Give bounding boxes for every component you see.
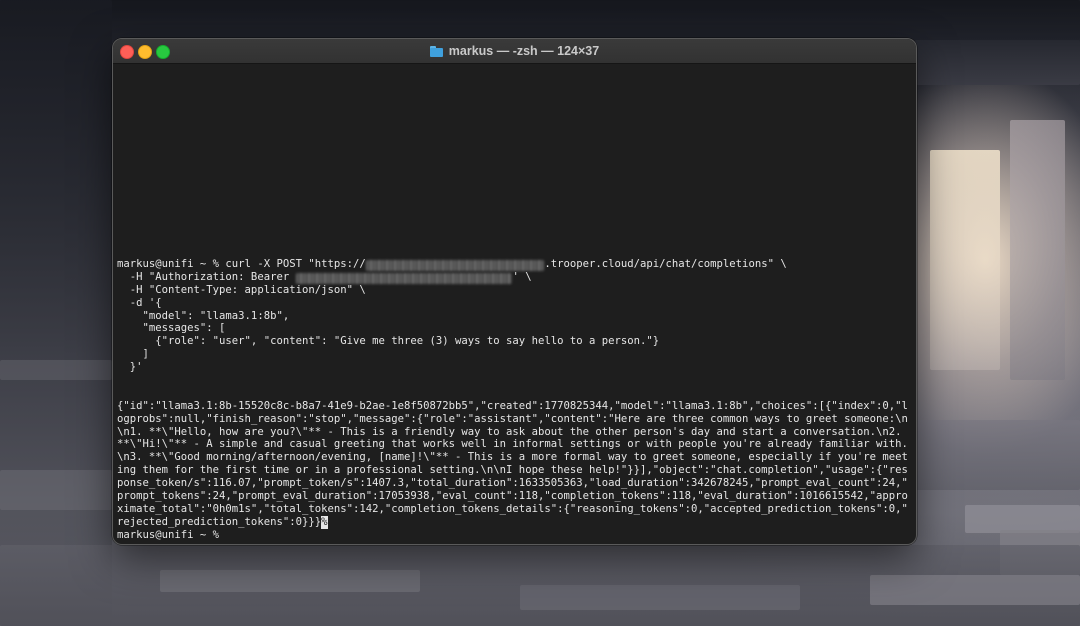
folder-icon	[429, 45, 443, 57]
wallpaper-shape	[0, 470, 112, 510]
shell-prompt[interactable]: markus@unifi ~ %	[117, 529, 913, 542]
terminal-window[interactable]: markus — -zsh — 124×37 markus@unifi ~ % …	[112, 38, 917, 545]
wallpaper-shape	[0, 0, 1080, 40]
command-line: ]	[117, 348, 913, 361]
command-text: -d '{	[117, 296, 162, 309]
command-text: ]	[117, 348, 149, 361]
wallpaper-shape	[930, 150, 1000, 370]
output-line: \n1. **\"Hello, how are you?\"** - This …	[117, 425, 902, 438]
output-line: rejected_prediction_tokens":0}}}%	[117, 515, 913, 529]
wallpaper-shape	[0, 360, 112, 380]
command-line: {"role": "user", "content": "Give me thr…	[117, 335, 913, 348]
command-text: {"role": "user", "content": "Give me thr…	[117, 335, 660, 348]
output-line: ogprobs":null,"finish_reason":"stop","me…	[117, 412, 908, 425]
command-text: .trooper.cloud/api/chat/completions" \	[544, 258, 787, 270]
command-line: "messages": [	[117, 322, 913, 335]
command-line: -d '{	[117, 297, 913, 310]
wallpaper-shape	[1010, 120, 1065, 380]
redacted-text: xxxxxxxxxxxxxxxxxxxxxxxxxxxxxxxxxx	[295, 272, 513, 284]
output-line: **\"Hi!\"** - A simple and casual greeti…	[117, 438, 908, 451]
wallpaper-shape	[160, 570, 420, 592]
wallpaper-shape	[915, 40, 1080, 85]
command-text: ' \	[512, 270, 532, 283]
title-bar[interactable]: markus — -zsh — 124×37	[113, 39, 916, 64]
command-text: -H "Content-Type: application/json" \	[117, 283, 366, 296]
command-text: }'	[117, 361, 143, 374]
wallpaper-shape	[870, 575, 1080, 605]
output-line: {"id":"llama3.1:8b-15520c8c-b8a7-41e9-b2…	[117, 399, 908, 412]
window-title-text: markus — -zsh — 124×37	[448, 44, 600, 58]
output-text: rejected_prediction_tokens":0}}}	[117, 515, 322, 528]
terminal-screen[interactable]: markus@unifi ~ % curl -X POST "https://x…	[117, 63, 913, 544]
command-line: }'	[117, 361, 913, 374]
wallpaper-shape	[0, 0, 112, 626]
command-line: "model": "llama3.1:8b",	[117, 310, 913, 323]
output-line: \n3. **\"Good morning/afternoon/evening,…	[117, 451, 908, 464]
output-line: ximate_total":"0h0m1s","total_tokens":14…	[117, 502, 908, 515]
wallpaper-shape	[520, 585, 800, 610]
command-text: -H "Authorization: Bearer	[117, 270, 296, 283]
command-line: -H "Content-Type: application/json" \	[117, 284, 913, 297]
command-line: -H "Authorization: Bearer xxxxxxxxxxxxxx…	[117, 271, 913, 284]
cursor: %	[321, 515, 328, 529]
command-text: markus@unifi ~ % curl -X POST "https://	[117, 258, 366, 270]
redacted-text: xxxxxxxxxxxxxxxxxxxxxxxxxxxx	[365, 260, 545, 271]
wallpaper-shape	[915, 420, 1080, 490]
command-text: "model": "llama3.1:8b",	[117, 309, 290, 322]
wallpaper-shape	[965, 505, 1080, 533]
command-text: "messages": [	[117, 322, 226, 335]
output-line: prompt_tokens":24,"prompt_eval_duration"…	[117, 490, 908, 503]
command-line: markus@unifi ~ % curl -X POST "https://x…	[117, 258, 913, 271]
output-line: ing them for the first time or in a prof…	[117, 464, 908, 477]
window-title: markus — -zsh — 124×37	[113, 39, 916, 63]
output-line: ponse_token/s":116.07,"prompt_token/s":1…	[117, 477, 908, 490]
